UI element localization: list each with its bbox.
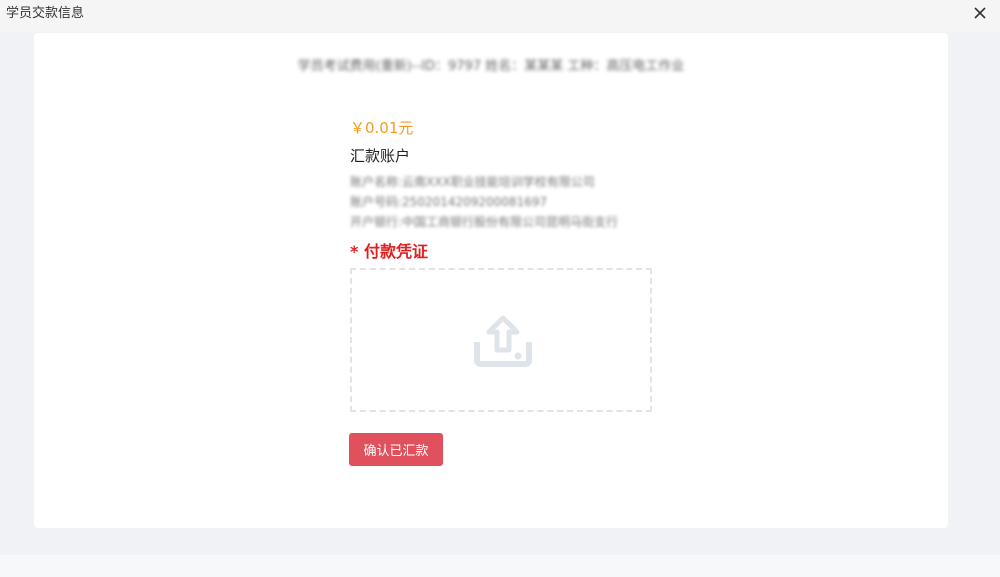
- voucher-upload-area[interactable]: [350, 268, 652, 412]
- close-icon[interactable]: [970, 3, 990, 23]
- upload-icon: [473, 314, 533, 368]
- account-number: 账户号码:2502014209200081697: [350, 195, 548, 209]
- account-bank: 开户银行:中国工商银行股份有限公司昆明马街支行: [350, 215, 619, 229]
- payment-amount: ￥0.01元: [350, 119, 414, 137]
- payment-card: 学员考试费用(重新)--ID：9797 姓名：某某某 工种：高压电工作业 ￥0.…: [34, 33, 948, 528]
- payment-voucher-label: * 付款凭证: [350, 242, 428, 261]
- account-name: 账户名称:云南XXX职业技能培训学校有限公司: [350, 175, 595, 189]
- account-title: 汇款账户: [350, 147, 411, 165]
- titlebar: 学员交款信息: [0, 0, 1000, 32]
- student-info: 学员考试费用(重新)--ID：9797 姓名：某某某 工种：高压电工作业: [297, 59, 685, 74]
- bottom-strip: [0, 555, 1000, 577]
- confirm-remittance-button[interactable]: 确认已汇款: [349, 433, 443, 466]
- window-title: 学员交款信息: [6, 6, 85, 21]
